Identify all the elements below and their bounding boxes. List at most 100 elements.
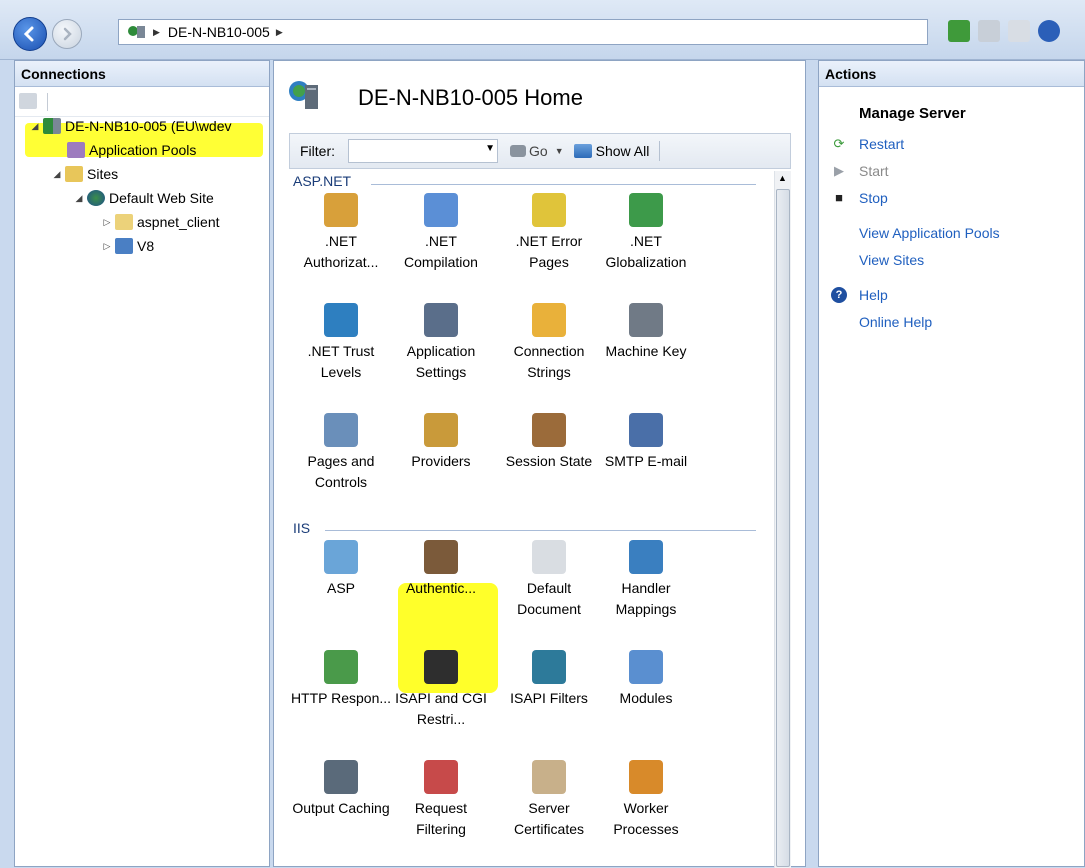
collapse-icon[interactable]: ◢ [29, 121, 41, 132]
feature-item[interactable]: .NET Error Pages [497, 193, 601, 281]
feature-item[interactable]: Providers [389, 413, 493, 501]
action-label[interactable]: Stop [859, 190, 888, 206]
show-all-button[interactable]: Show All [573, 143, 649, 159]
authentication-icon [424, 540, 458, 574]
actions-panel: Actions Manage Server ⟳ Restart ▶ Start … [818, 60, 1085, 867]
action-help[interactable]: ? Help [819, 281, 1084, 308]
action-label[interactable]: Help [859, 287, 888, 303]
address-bar[interactable]: ▶ DE-N-NB10-005 ▶ [118, 19, 928, 45]
action-restart[interactable]: ⟳ Restart [819, 130, 1084, 157]
action-label[interactable]: Online Help [859, 314, 932, 330]
feature-item[interactable]: .NET Authorizat... [289, 193, 393, 281]
feature-label: Default Document [517, 580, 581, 617]
feature-label: .NET Authorizat... [303, 233, 379, 270]
group-title-iis: IIS [293, 520, 311, 536]
tree-item-server[interactable]: ◢ DE-N-NB10-005 (EU\wdev [29, 114, 232, 138]
feature-item[interactable]: Worker Processes [594, 760, 698, 848]
stop-icon: ■ [835, 190, 843, 205]
tree-item-label: V8 [137, 238, 155, 254]
feature-item[interactable]: .NET Globalization [594, 193, 698, 281]
feature-item[interactable]: Modules [594, 650, 698, 738]
help-icon[interactable] [1038, 20, 1060, 42]
start-icon: ▶ [834, 162, 844, 178]
feature-item[interactable]: Authentic... [389, 540, 493, 628]
feature-item[interactable]: Output Caching [289, 760, 393, 848]
feature-item[interactable]: ASP [289, 540, 393, 628]
back-button[interactable] [13, 17, 47, 51]
feature-item[interactable]: Request Filtering [389, 760, 493, 848]
action-label[interactable]: Restart [859, 136, 904, 152]
home-icon[interactable] [1008, 20, 1030, 42]
collapse-icon[interactable]: ◢ [73, 193, 85, 204]
feature-item[interactable]: ISAPI and CGI Restri... [389, 650, 493, 738]
website-icon [87, 190, 105, 206]
connect-icon[interactable] [19, 93, 37, 109]
action-stop[interactable]: ■ Stop [819, 184, 1084, 211]
expand-icon[interactable]: ▷ [101, 241, 113, 252]
home-panel: DE-N-NB10-005 Home Filter: ▼ Go ▼ Show A… [273, 60, 806, 868]
lock-icon [324, 193, 358, 227]
compile-icon [424, 193, 458, 227]
feature-label: HTTP Respon... [290, 690, 392, 706]
toolbar-divider [47, 93, 48, 111]
stop-icon[interactable] [978, 20, 1000, 42]
action-label: Start [859, 162, 889, 179]
feature-label: Application Settings [406, 343, 476, 380]
chevron-down-icon[interactable]: ▼ [555, 146, 564, 156]
tree-item-default-web-site[interactable]: ◢ Default Web Site [73, 186, 214, 210]
collapse-icon[interactable]: ◢ [51, 169, 63, 180]
breadcrumb-server[interactable]: DE-N-NB10-005 [168, 24, 270, 40]
go-button[interactable]: Go ▼ [510, 143, 564, 159]
tree-item-application-pools[interactable]: Application Pools [65, 138, 196, 162]
feature-item[interactable]: .NET Trust Levels [289, 303, 393, 391]
actions-header: Actions [819, 61, 1084, 87]
actions-list: Manage Server ⟳ Restart ▶ Start ■ Stop V… [819, 87, 1084, 335]
feature-item[interactable]: Default Document [497, 540, 601, 628]
database-icon [532, 303, 566, 337]
action-view-sites[interactable]: View Sites [819, 246, 1084, 273]
tree-item-v8[interactable]: ▷ V8 [101, 234, 154, 258]
tree-item-aspnet-client[interactable]: ▷ aspnet_client [101, 210, 220, 234]
feature-item[interactable]: SMTP E-mail [594, 413, 698, 501]
binoculars-icon [510, 145, 526, 157]
feature-item[interactable]: Application Settings [389, 303, 493, 391]
page-title: DE-N-NB10-005 Home [358, 85, 583, 110]
folder-icon [115, 214, 133, 230]
feature-item[interactable]: Machine Key [594, 303, 698, 391]
http-response-icon [324, 650, 358, 684]
feature-item[interactable]: .NET Compilation [389, 193, 493, 281]
scroll-thumb[interactable] [776, 189, 790, 867]
refresh-icon[interactable] [948, 20, 970, 42]
breadcrumb-separator-icon[interactable]: ▶ [276, 27, 283, 38]
feature-label: .NET Error Pages [515, 233, 583, 270]
breadcrumb-separator-icon: ▶ [153, 26, 160, 37]
feature-label: .NET Compilation [404, 233, 478, 270]
scroll-up-icon[interactable]: ▲ [778, 173, 787, 183]
filter-input[interactable]: ▼ [348, 139, 498, 163]
forward-button[interactable] [52, 19, 82, 49]
feature-item[interactable]: HTTP Respon... [289, 650, 393, 738]
feature-item[interactable]: ISAPI Filters [497, 650, 601, 738]
action-view-application-pools[interactable]: View Application Pools [819, 219, 1084, 246]
action-label[interactable]: View Sites [859, 252, 924, 268]
feature-item[interactable]: Session State [497, 413, 601, 501]
modules-icon [629, 650, 663, 684]
arrow-left-icon [23, 26, 34, 42]
feature-item[interactable]: Server Certificates [497, 760, 601, 848]
chevron-down-icon[interactable]: ▼ [485, 143, 495, 154]
feature-item[interactable]: Connection Strings [497, 303, 601, 391]
feature-item[interactable]: Pages and Controls [289, 413, 393, 501]
feature-label: Handler Mappings [615, 580, 677, 617]
server-icon [128, 26, 145, 38]
vertical-scrollbar[interactable]: ▲ [774, 171, 791, 868]
action-label[interactable]: View Application Pools [859, 225, 1000, 241]
feature-label: Server Certificates [513, 800, 585, 837]
feature-label: ISAPI Filters [510, 690, 588, 706]
tree-item-sites[interactable]: ◢ Sites [51, 162, 118, 186]
feature-item[interactable]: Handler Mappings [594, 540, 698, 628]
expand-icon[interactable]: ▷ [101, 217, 113, 228]
tree-item-label: Application Pools [89, 142, 197, 158]
tree-item-label: aspnet_client [137, 214, 220, 230]
feature-label: .NET Trust Levels [307, 343, 375, 380]
action-online-help[interactable]: Online Help [819, 308, 1084, 335]
